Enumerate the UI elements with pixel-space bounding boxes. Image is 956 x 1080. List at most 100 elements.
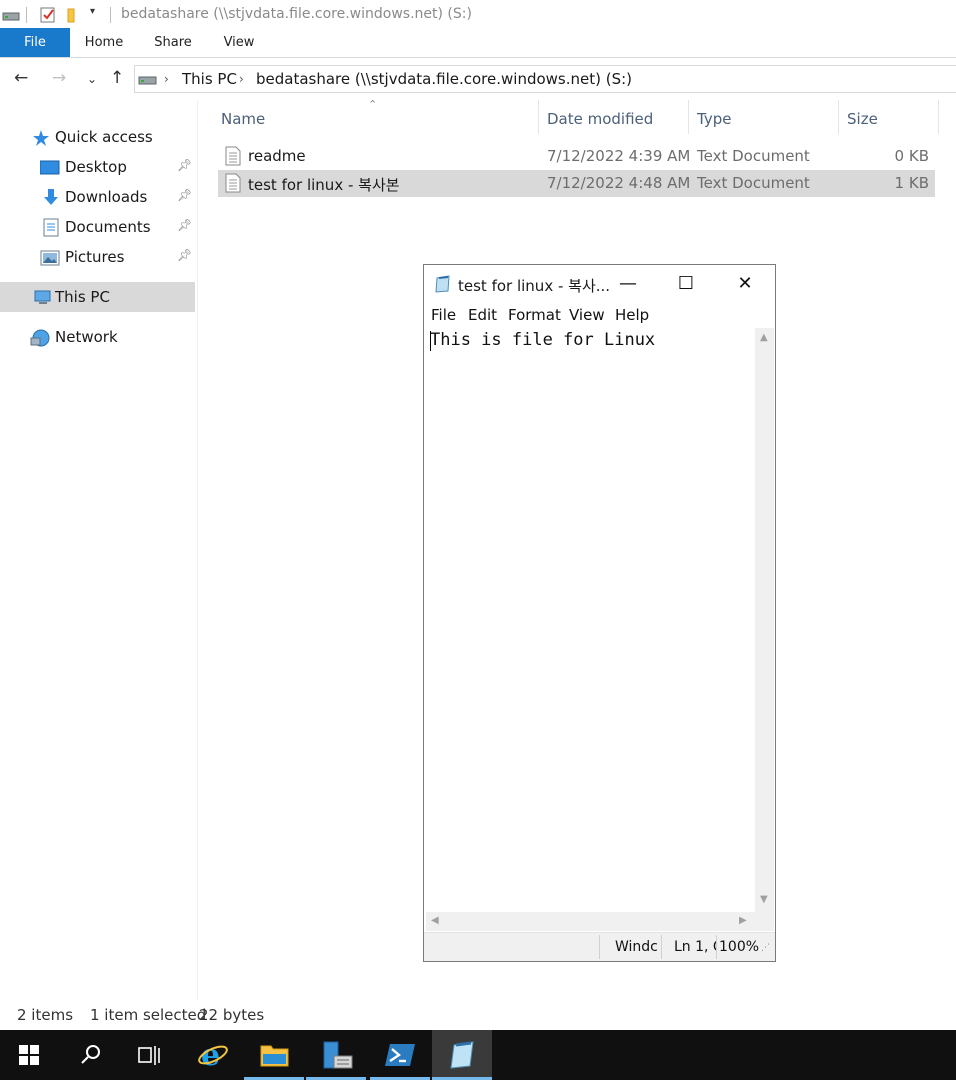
server-manager-icon (323, 1041, 353, 1069)
taskbar-powershell[interactable] (370, 1030, 430, 1080)
sort-ascending-icon: ⌃ (368, 98, 378, 111)
minimize-button[interactable]: — (605, 271, 651, 297)
sidebar-item-downloads[interactable]: Downloads 📌︎ (0, 182, 195, 212)
breadcrumb-separator-icon[interactable]: › (239, 72, 244, 86)
task-view-icon (138, 1046, 160, 1065)
scroll-up-icon[interactable]: ▲ (760, 332, 768, 343)
column-header-name[interactable]: Name (221, 110, 265, 128)
taskbar-file-explorer[interactable] (244, 1030, 304, 1080)
sidebar-item-label: Pictures (65, 248, 125, 266)
selection-count: 1 item selected (90, 1006, 207, 1024)
sidebar-item-label: Downloads (65, 188, 148, 206)
horizontal-scrollbar[interactable]: ◀ ▶ (426, 912, 755, 931)
scrollbar-corner (755, 912, 774, 931)
resize-grip-icon[interactable]: ⋰ (761, 943, 770, 953)
ribbon: File Home Share View (0, 28, 956, 58)
notepad-title-bar[interactable]: test for linux - 복사... — ☐ ✕ (424, 265, 775, 301)
customize-quick-access-icon[interactable]: ▾ (90, 6, 95, 17)
close-button[interactable]: ✕ (722, 271, 768, 297)
menu-view[interactable]: View (569, 306, 605, 324)
drive-icon (2, 12, 20, 21)
maximize-button[interactable]: ☐ (663, 271, 709, 297)
pin-icon: 📌︎ (177, 218, 193, 232)
pin-icon: 📌︎ (177, 188, 193, 202)
sidebar-item-label: Documents (65, 218, 151, 236)
sidebar-item-label: Network (55, 328, 118, 346)
notepad-window: test for linux - 복사... — ☐ ✕ File Edit F… (423, 264, 776, 962)
search-button[interactable] (60, 1030, 120, 1080)
file-type: Text Document (697, 174, 810, 192)
pane-divider[interactable] (197, 100, 198, 1000)
column-divider[interactable] (838, 100, 839, 134)
column-header-type[interactable]: Type (697, 110, 731, 128)
start-button[interactable] (0, 1030, 60, 1080)
selection-size: 22 bytes (199, 1006, 265, 1024)
text-document-icon (225, 173, 241, 193)
task-view-button[interactable] (120, 1030, 180, 1080)
breadcrumb-separator-icon[interactable]: › (164, 72, 169, 86)
file-explorer-icon (260, 1045, 289, 1067)
menu-file[interactable]: File (431, 306, 456, 324)
menu-format[interactable]: Format (508, 306, 561, 324)
table-row[interactable]: readme 7/12/2022 4:39 AM Text Document 0… (218, 143, 935, 170)
column-header-date-modified[interactable]: Date modified (547, 110, 653, 128)
vertical-scrollbar[interactable]: ▲ ▼ (755, 328, 774, 912)
explorer-title-bar: ▾ bedatashare (\\stjvdata.file.core.wind… (0, 0, 956, 30)
file-name: readme (248, 147, 306, 165)
sidebar-item-quick-access[interactable]: Quick access (0, 122, 195, 152)
taskbar-internet-explorer[interactable]: e (182, 1030, 242, 1080)
up-button[interactable]: ↑ (110, 68, 124, 88)
desktop-icon (40, 160, 60, 175)
navigation-pane: Quick access Desktop 📌︎ Downloads 📌︎ Doc… (0, 100, 197, 1000)
forward-button[interactable]: → (52, 68, 66, 88)
notepad-menu-bar: File Edit Format View Help (424, 303, 775, 327)
tab-file[interactable]: File (0, 28, 70, 57)
internet-explorer-icon: e (198, 1039, 228, 1071)
file-date-modified: 7/12/2022 4:39 AM (547, 147, 691, 165)
notepad-text-area[interactable]: This is file for Linux (426, 328, 755, 912)
breadcrumb-current[interactable]: bedatashare (\\stjvdata.file.core.window… (256, 70, 632, 88)
address-bar[interactable]: › This PC › bedatashare (\\stjvdata.file… (134, 65, 956, 93)
column-header-size[interactable]: Size (847, 110, 878, 128)
new-folder-icon[interactable] (64, 6, 82, 24)
scroll-right-icon[interactable]: ▶ (739, 915, 747, 926)
file-date-modified: 7/12/2022 4:48 AM (547, 174, 691, 192)
sidebar-item-desktop[interactable]: Desktop 📌︎ (0, 152, 195, 182)
item-count: 2 items (17, 1006, 74, 1024)
column-divider[interactable] (538, 100, 539, 134)
notepad-icon (435, 275, 450, 293)
scroll-down-icon[interactable]: ▼ (760, 894, 768, 905)
window-title: bedatashare (\\stjvdata.file.core.window… (121, 6, 472, 22)
documents-icon (43, 218, 59, 237)
sidebar-item-label: This PC (55, 288, 110, 306)
column-divider[interactable] (938, 100, 939, 134)
network-icon (30, 329, 50, 347)
tab-view[interactable]: View (216, 28, 262, 57)
menu-help[interactable]: Help (615, 306, 649, 324)
file-name: test for linux - 복사본 (248, 176, 400, 194)
file-size: 1 KB (894, 174, 929, 192)
zoom-level: 100% (719, 939, 759, 955)
powershell-icon (385, 1044, 415, 1066)
properties-icon[interactable] (39, 6, 57, 24)
menu-edit[interactable]: Edit (468, 306, 497, 324)
taskbar-server-manager[interactable] (306, 1030, 366, 1080)
sidebar-item-documents[interactable]: Documents 📌︎ (0, 212, 195, 242)
tab-share[interactable]: Share (148, 28, 198, 57)
file-size: 0 KB (894, 147, 929, 165)
taskbar-notepad[interactable] (432, 1030, 492, 1080)
computer-icon (34, 290, 51, 304)
scroll-left-icon[interactable]: ◀ (431, 915, 439, 926)
recent-locations-button[interactable]: ⌄ (87, 72, 97, 86)
sidebar-item-network[interactable]: Network (0, 322, 195, 352)
file-type: Text Document (697, 147, 810, 165)
sidebar-item-this-pc[interactable]: This PC (0, 282, 195, 312)
pin-icon: 📌︎ (177, 158, 193, 172)
star-icon (33, 130, 49, 146)
sidebar-item-pictures[interactable]: Pictures 📌︎ (0, 242, 195, 272)
back-button[interactable]: ← (14, 68, 28, 88)
tab-home[interactable]: Home (78, 28, 130, 57)
breadcrumb-this-pc[interactable]: This PC (182, 70, 237, 88)
column-divider[interactable] (688, 100, 689, 134)
table-row[interactable]: test for linux - 복사본 7/12/2022 4:48 AM T… (218, 170, 935, 197)
